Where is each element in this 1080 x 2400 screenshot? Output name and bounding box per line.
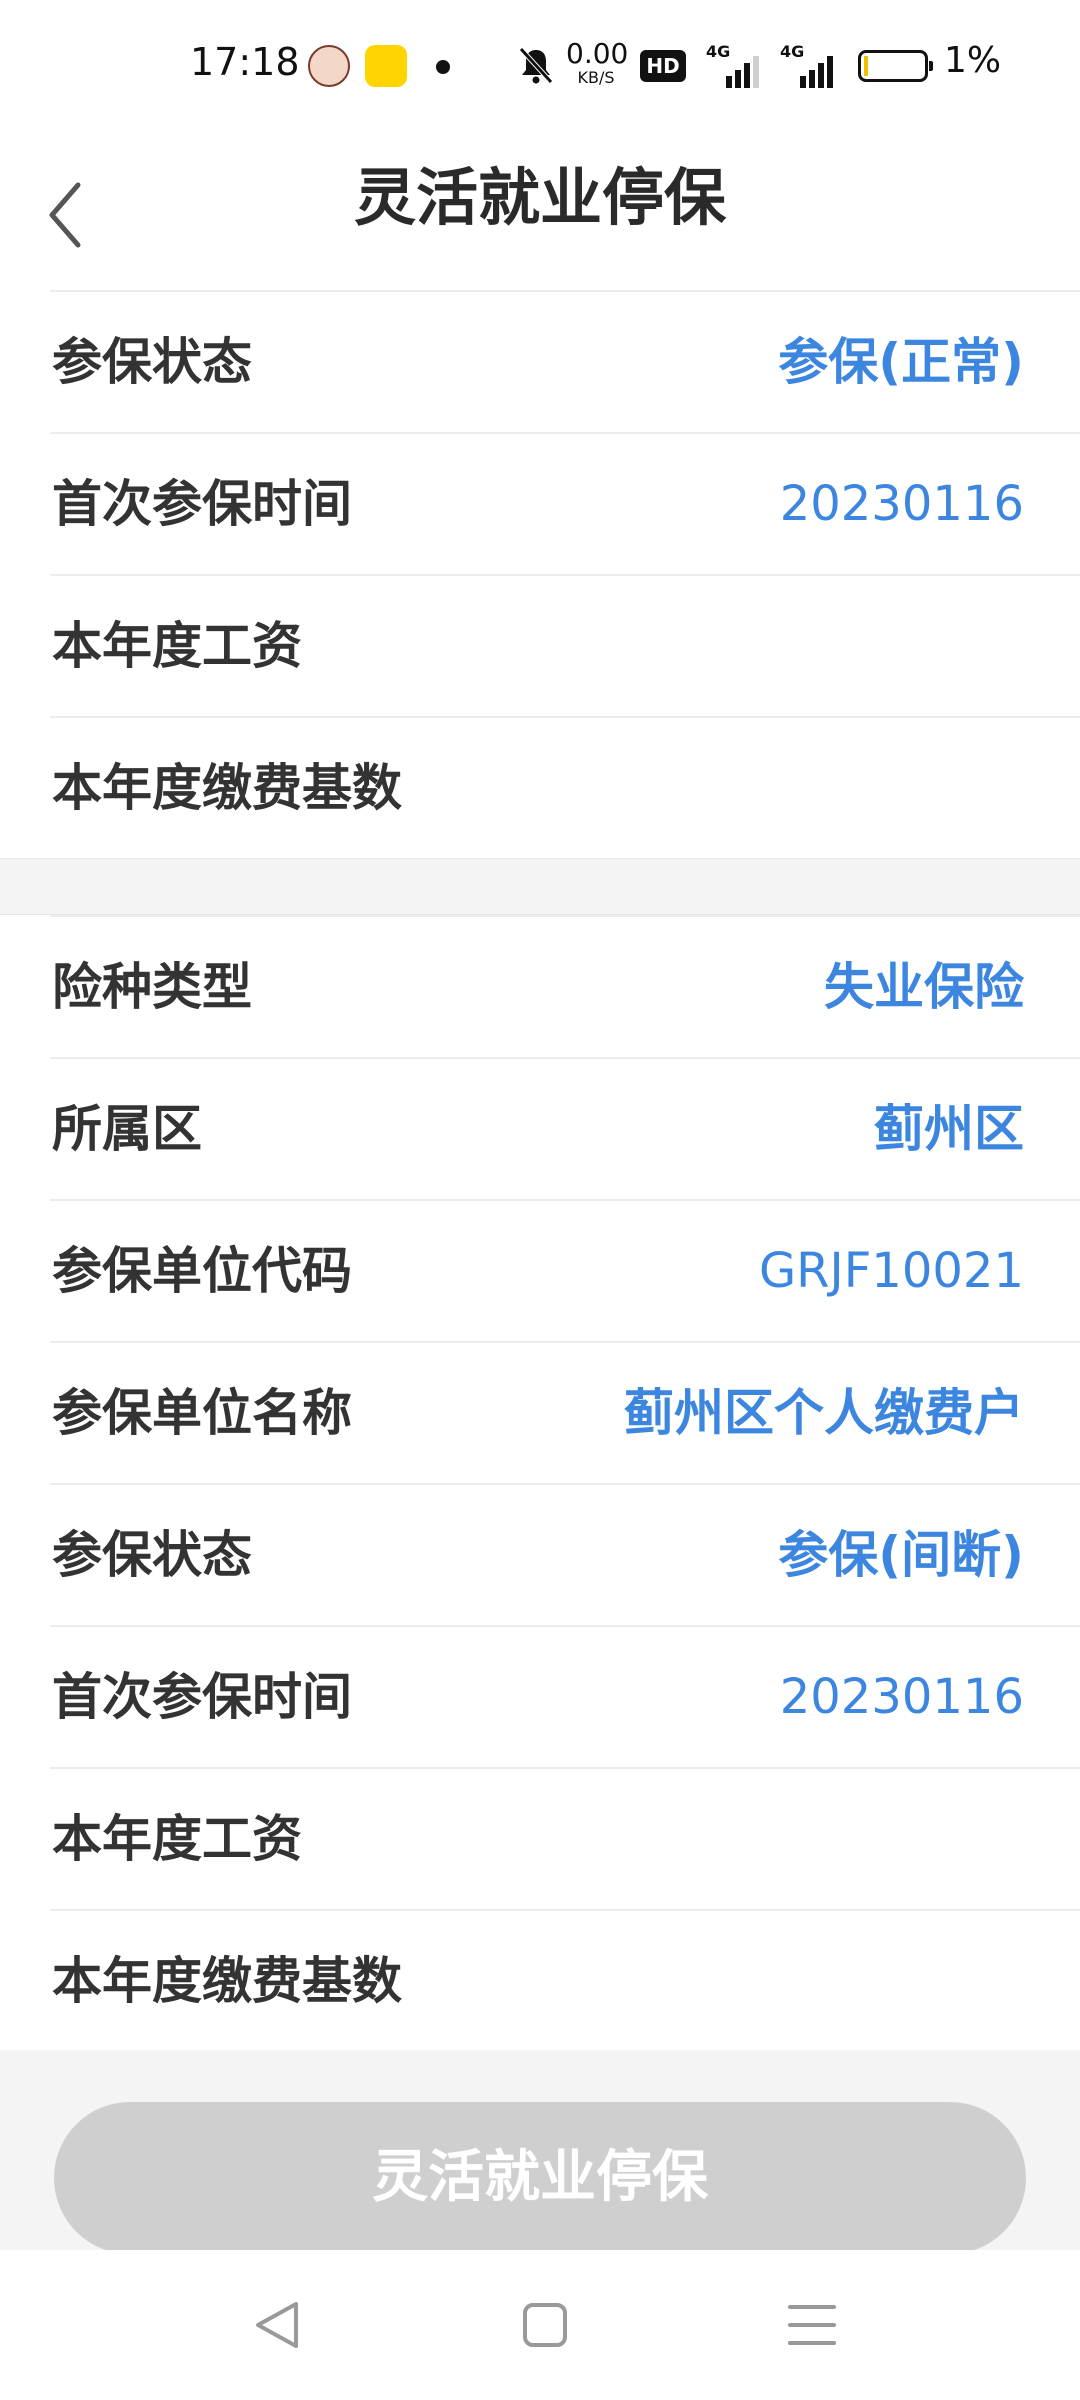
network-speed-unit: KB/S (577, 68, 615, 87)
row-value: 20230116 (779, 1669, 1024, 1725)
row-value: GRJF10021 (758, 1243, 1024, 1299)
row-value: 蓟州区个人缴费户 (624, 1384, 1024, 1442)
row-value: 参保(间断) (778, 1526, 1024, 1584)
info-row: 本年度工资 (50, 574, 1080, 716)
row-label: 参保状态 (52, 333, 252, 391)
status-time: 17:18 (190, 40, 300, 84)
battery-percent: 1% (944, 40, 1002, 81)
hd-icon: HD (640, 50, 686, 82)
row-value: 蓟州区 (874, 1100, 1024, 1158)
mute-icon (519, 47, 553, 84)
row-label: 首次参保时间 (52, 475, 352, 533)
page-title: 灵活就业停保 (353, 161, 726, 234)
row-label: 参保单位名称 (52, 1384, 352, 1442)
row-label: 所属区 (52, 1100, 202, 1158)
signal-icon: 4G (706, 42, 766, 88)
info-row: 险种类型 失业保险 (50, 915, 1080, 1057)
row-label: 本年度工资 (52, 1810, 302, 1868)
battery-icon (858, 50, 933, 82)
nav-menu-button[interactable] (772, 2290, 852, 2360)
row-label: 本年度工资 (52, 617, 302, 675)
status-bar: 17:18 0.00 KB/S HD 4G 4G 1% (0, 0, 1080, 135)
row-label: 本年度缴费基数 (52, 1952, 402, 2010)
avatar-app-icon (308, 45, 350, 87)
info-row: 所属区 蓟州区 (50, 1057, 1080, 1199)
nav-home-button[interactable] (505, 2290, 585, 2360)
info-row: 参保单位名称 蓟州区个人缴费户 (50, 1341, 1080, 1483)
nav-back-icon (256, 2302, 298, 2348)
info-row: 参保单位代码 GRJF10021 (50, 1199, 1080, 1341)
signal-icon: 4G (780, 42, 840, 88)
network-speed-value: 0.00 (566, 37, 629, 70)
notification-dot-icon (436, 60, 450, 74)
row-label: 首次参保时间 (52, 1668, 352, 1726)
system-nav-bar (0, 2250, 1080, 2400)
info-row: 首次参保时间 20230116 (50, 432, 1080, 574)
info-row: 参保状态 参保(间断) (50, 1483, 1080, 1625)
row-value: 参保(正常) (778, 333, 1024, 391)
insurance-summary-section: 参保状态 参保(正常) 首次参保时间 20230116 本年度工资 本年度缴费基… (0, 290, 1080, 858)
stop-insurance-button[interactable]: 灵活就业停保 (54, 2102, 1026, 2254)
network-speed: 0.00 KB/S (566, 37, 629, 87)
info-row: 本年度缴费基数 (50, 716, 1080, 858)
row-label: 参保单位代码 (52, 1242, 352, 1300)
info-row: 首次参保时间 20230116 (50, 1625, 1080, 1767)
row-label: 参保状态 (52, 1526, 252, 1584)
nav-back-button[interactable] (238, 2290, 318, 2360)
nav-home-icon (523, 2303, 567, 2347)
nav-menu-icon (788, 2305, 836, 2345)
yellow-app-icon (365, 45, 407, 87)
row-label: 险种类型 (52, 958, 252, 1016)
row-value: 失业保险 (824, 958, 1024, 1016)
info-row: 本年度缴费基数 (50, 1909, 1080, 2051)
row-value: 20230116 (779, 476, 1024, 532)
battery-fill (864, 56, 868, 76)
sim1-network-tag: 4G (706, 42, 731, 61)
insurance-detail-section: 险种类型 失业保险 所属区 蓟州区 参保单位代码 GRJF10021 参保单位名… (0, 915, 1080, 2051)
info-row: 参保状态 参保(正常) (50, 290, 1080, 432)
sim2-network-tag: 4G (780, 42, 805, 61)
row-label: 本年度缴费基数 (52, 759, 402, 817)
header: 灵活就业停保 (0, 135, 1080, 290)
bottom-action-area: 灵活就业停保 (0, 2050, 1080, 2254)
section-divider (0, 858, 1080, 915)
info-row: 本年度工资 (50, 1767, 1080, 1909)
